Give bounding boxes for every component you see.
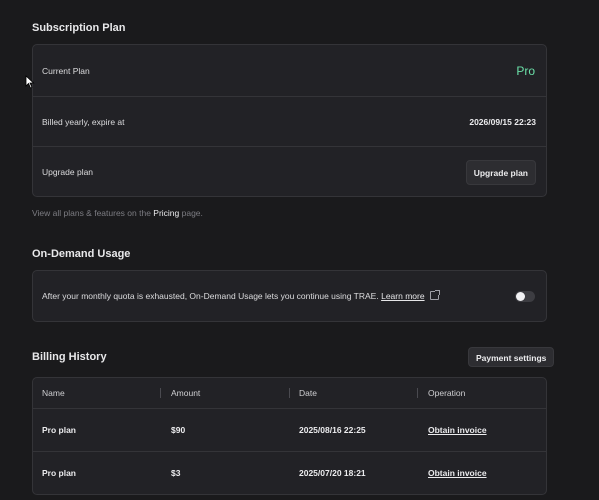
row-amount: $3 <box>171 468 181 478</box>
payment-settings-button[interactable]: Payment settings <box>468 347 555 367</box>
column-header-operation: Operation <box>428 388 466 398</box>
column-separator <box>160 388 161 398</box>
pricing-link[interactable]: Pricing <box>153 208 179 218</box>
external-link-icon[interactable] <box>429 290 440 300</box>
expire-date: 2026/09/15 22:23 <box>469 116 536 127</box>
row-name: Pro plan <box>42 468 77 478</box>
column-header-amount: Amount <box>171 388 201 398</box>
settings-page: Subscription Plan Current Plan Pro Bille… <box>0 0 599 500</box>
table-row: Pro plan $90 2025/08/16 22:25 Obtain inv… <box>33 409 546 451</box>
on-demand-toggle[interactable] <box>515 290 535 302</box>
on-demand-description-wrap: After your monthly quota is exhausted, O… <box>42 290 440 301</box>
obtain-invoice-link[interactable]: Obtain invoice <box>428 468 487 478</box>
pricing-hint: View all plans & features on the Pricing… <box>32 208 203 218</box>
obtain-invoice-link[interactable]: Obtain invoice <box>428 425 487 435</box>
current-plan-row: Current Plan Pro <box>33 45 546 96</box>
subscription-section-title: Subscription Plan <box>32 22 126 34</box>
billing-row: Billed yearly, expire at 2026/09/15 22:2… <box>33 97 546 146</box>
cursor-arrow-icon <box>25 75 35 89</box>
table-header: Name Amount Date Operation <box>33 378 546 408</box>
column-separator <box>289 388 290 398</box>
billing-table: Name Amount Date Operation Pro plan $90 … <box>32 377 547 495</box>
row-name: Pro plan <box>42 425 77 435</box>
on-demand-description: After your monthly quota is exhausted, O… <box>42 291 379 301</box>
column-header-name: Name <box>42 388 65 398</box>
row-date: 2025/07/20 18:21 <box>299 468 366 478</box>
on-demand-row: After your monthly quota is exhausted, O… <box>33 271 546 321</box>
column-header-date: Date <box>299 388 317 398</box>
upgrade-label: Upgrade plan <box>42 167 94 177</box>
upgrade-plan-button[interactable]: Upgrade plan <box>465 159 536 185</box>
on-demand-card: After your monthly quota is exhausted, O… <box>32 270 547 322</box>
row-date: 2025/08/16 22:25 <box>299 425 366 435</box>
toggle-knob <box>516 291 525 301</box>
learn-more-link[interactable]: Learn more <box>381 291 424 301</box>
on-demand-section-title: On-Demand Usage <box>32 248 131 260</box>
current-plan-value: Pro <box>516 63 535 78</box>
table-row: Pro plan $3 2025/07/20 18:21 Obtain invo… <box>33 452 546 494</box>
hint-prefix: View all plans & features on the <box>32 208 154 218</box>
row-amount: $90 <box>171 425 186 435</box>
billing-label: Billed yearly, expire at <box>42 116 125 127</box>
column-separator <box>417 388 418 398</box>
billing-section-title: Billing History <box>32 351 107 363</box>
upgrade-row: Upgrade plan Upgrade plan <box>33 147 546 197</box>
hint-suffix: page. <box>179 208 203 218</box>
current-plan-label: Current Plan <box>42 65 90 76</box>
subscription-card: Current Plan Pro Billed yearly, expire a… <box>32 44 547 197</box>
